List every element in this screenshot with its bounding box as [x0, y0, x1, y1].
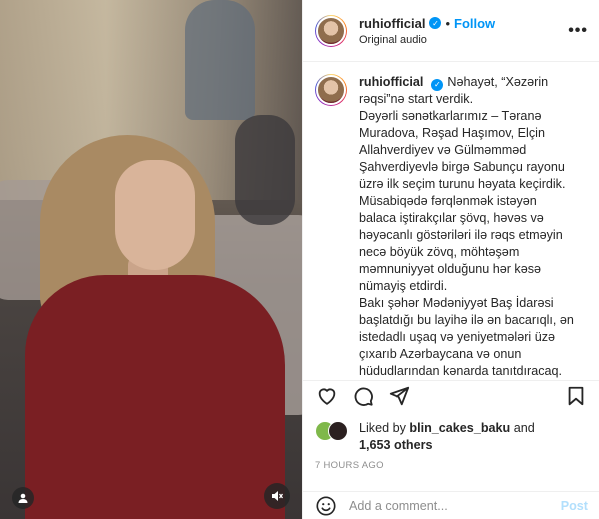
avatar — [328, 421, 348, 441]
likes-count-link[interactable]: 1,653 others — [359, 438, 433, 452]
audio-link[interactable]: Original audio — [359, 34, 568, 46]
caption-username-link[interactable]: ruhiofficial — [359, 75, 423, 89]
user-tag-icon[interactable] — [12, 487, 34, 509]
smiley-icon[interactable] — [315, 495, 337, 517]
speaker-muted-icon[interactable] — [264, 483, 290, 509]
caption-line: nümayiş etdirdi. — [359, 279, 448, 293]
caption-line: Müsabiqədə fərqlənmək istəyən — [359, 194, 537, 208]
comment-bar: Post — [303, 491, 599, 519]
woman-face — [115, 160, 195, 270]
background-person — [235, 115, 295, 225]
caption-line: Şahverdiyevlə birgə Sabunçu rayonu — [359, 160, 565, 174]
caption-line: rəqsi”nə start verdik. — [359, 92, 474, 106]
caption-line: necə böyük zövq, möhtəşəm — [359, 245, 520, 259]
comment-icon[interactable] — [351, 384, 375, 408]
caption-line: başlatdığı bu layihə ilə ən bacarıqlı, ə… — [359, 313, 574, 327]
post-comment-button[interactable]: Post — [561, 499, 588, 513]
username-link[interactable]: ruhiofficial — [359, 16, 425, 31]
background-person — [185, 0, 255, 120]
caption-line: həyəcanlı göstəriləri ilə rəqs etməyin — [359, 228, 563, 242]
more-options-icon[interactable]: ••• — [568, 22, 588, 40]
likes-prefix: Liked by — [359, 421, 410, 435]
woman-blouse — [25, 275, 285, 519]
caption-line: balaca iştirakçılar şövq, həvəs və — [359, 211, 544, 225]
heart-icon[interactable] — [315, 384, 339, 408]
separator-dot: • — [445, 15, 451, 31]
action-bar — [303, 380, 599, 410]
caption-text: ruhiofficial ✓ Nəhayət, “Xəzərin rəqsi”nə … — [359, 74, 588, 378]
caption-line: üzrə ilk seçim turunu həyata keçirdik. — [359, 177, 566, 191]
avatar[interactable] — [315, 14, 347, 47]
caption-line: Dəyərli sənətkarlarımız – Təranə — [359, 109, 542, 123]
caption-line: hüdudlarından kənarda tanıtdıracaq. — [359, 364, 563, 378]
likes-summary: Liked by blin_cakes_baku and 1,653 other… — [315, 420, 595, 454]
instagram-post-modal: ruhiofficial ✓ • Follow Original audio •… — [0, 0, 599, 519]
caption-line: çıxarıb Azərbaycana və onun — [359, 347, 522, 361]
caption-line: Nəhayət, “Xəzərin — [447, 75, 549, 89]
likes-text: Liked by blin_cakes_baku and 1,653 other… — [359, 420, 535, 454]
avatar[interactable] — [315, 74, 347, 106]
post-timestamp[interactable]: 7 HOURS AGO — [315, 460, 384, 471]
caption-line: məmnuniyyət olduğunu hər kəsə — [359, 262, 542, 276]
liker-username-link[interactable]: blin_cakes_baku — [409, 421, 510, 435]
caption-section: ruhiofficial ✓ Nəhayət, “Xəzərin rəqsi”nə … — [303, 62, 599, 378]
bookmark-icon[interactable] — [564, 384, 588, 408]
caption-line: Muradova, Rəşad Haşımov, Elçin — [359, 126, 545, 140]
comment-input[interactable] — [349, 498, 561, 513]
verified-badge-icon: ✓ — [431, 78, 444, 91]
post-header: ruhiofficial ✓ • Follow Original audio •… — [303, 0, 599, 62]
caption-line: Allahverdiyev və Gülməmməd — [359, 143, 527, 157]
liker-avatars[interactable] — [315, 421, 351, 441]
post-sidebar: ruhiofficial ✓ • Follow Original audio •… — [302, 0, 599, 519]
post-video[interactable] — [0, 0, 302, 519]
caption-line: istedadlı uşaq və yeniyetmələri üzə — [359, 330, 556, 344]
verified-badge-icon: ✓ — [429, 17, 442, 29]
follow-button[interactable]: Follow — [454, 16, 495, 31]
caption-line: Bakı şəhər Mədəniyyət Baş İdarəsi — [359, 296, 554, 310]
header-text: ruhiofficial ✓ • Follow Original audio — [359, 16, 568, 46]
likes-middle: and — [510, 421, 535, 435]
paper-plane-icon[interactable] — [387, 384, 411, 408]
